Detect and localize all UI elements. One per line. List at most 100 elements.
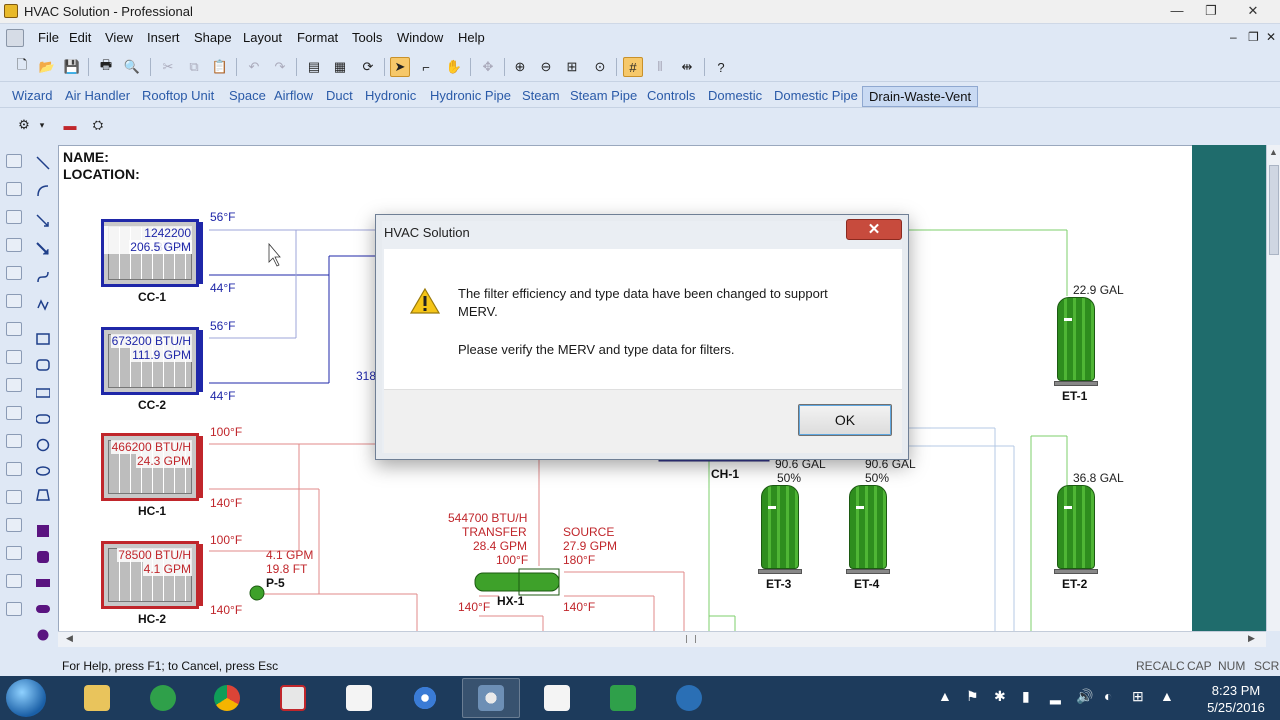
circle-tool-icon[interactable] bbox=[36, 438, 50, 452]
zoom-in-icon[interactable]: ⊕ bbox=[510, 57, 530, 77]
equipment-icon[interactable]: ⛭ bbox=[88, 115, 108, 135]
paste-icon[interactable]: 📋 bbox=[210, 57, 230, 77]
action-center-flag-icon[interactable]: ⚑ bbox=[966, 688, 979, 705]
expansion-tank-et-3[interactable] bbox=[758, 485, 802, 574]
zoom-page-icon[interactable]: ⊙ bbox=[590, 57, 610, 77]
print-preview-icon[interactable]: 🔍 bbox=[122, 57, 142, 77]
scroll-left-icon[interactable]: ◀ bbox=[66, 633, 73, 644]
distribute-icon[interactable]: ⇹ bbox=[677, 57, 697, 77]
heating-coil-hc-2[interactable]: 78500 BTU/H 4.1 GPM bbox=[101, 541, 203, 609]
heating-coil-hc-1[interactable]: 466200 BTU/H 24.3 GPM bbox=[101, 433, 203, 501]
open-folder-icon[interactable]: 📂 bbox=[37, 57, 57, 77]
rounded-box-tool-icon[interactable] bbox=[36, 412, 50, 426]
dialog-close-button[interactable]: ✕ bbox=[846, 219, 902, 240]
cut-icon[interactable]: ✂ bbox=[158, 57, 178, 77]
rectangle-tool-icon[interactable] bbox=[36, 332, 50, 346]
context-help-icon[interactable]: ? bbox=[711, 57, 731, 77]
tray-app-icon[interactable]: ◐ bbox=[1104, 688, 1112, 704]
tab-air-handler[interactable]: Air Handler bbox=[65, 88, 130, 103]
menu-view[interactable]: View bbox=[105, 30, 133, 45]
minimize-button[interactable]: — bbox=[1162, 0, 1192, 22]
palette-grip-icon[interactable] bbox=[6, 602, 22, 616]
vertical-scrollbar[interactable]: ▲ bbox=[1266, 145, 1280, 631]
tab-controls[interactable]: Controls bbox=[647, 88, 695, 103]
palette-grip-icon[interactable] bbox=[6, 350, 22, 364]
grid-snap-icon[interactable]: # bbox=[623, 57, 643, 77]
scroll-right-icon[interactable]: ▶ bbox=[1248, 633, 1255, 644]
recalc-icon[interactable]: ⟳ bbox=[358, 57, 378, 77]
undo-icon[interactable]: ↶ bbox=[244, 57, 264, 77]
wide-rectangle-tool-icon[interactable] bbox=[36, 386, 50, 400]
tab-wizard[interactable]: Wizard bbox=[12, 88, 52, 103]
arrow-line-icon[interactable] bbox=[36, 214, 50, 228]
freeform-tool-icon[interactable] bbox=[36, 298, 50, 312]
palette-grip-icon[interactable] bbox=[6, 238, 22, 252]
line-tool-icon[interactable] bbox=[36, 156, 50, 170]
palette-grip-icon[interactable] bbox=[6, 462, 22, 476]
calculator2-app-icon[interactable] bbox=[528, 678, 586, 718]
mdi-close-button[interactable]: ✕ bbox=[1266, 30, 1276, 44]
file-explorer-icon[interactable] bbox=[68, 678, 126, 718]
tab-hydronic-pipe[interactable]: Hydronic Pipe bbox=[430, 88, 511, 103]
hvac-app-icon[interactable] bbox=[264, 678, 322, 718]
palette-grip-icon[interactable] bbox=[6, 378, 22, 392]
tab-duct[interactable]: Duct bbox=[326, 88, 353, 103]
scroll-grip[interactable] bbox=[686, 635, 696, 643]
scroll-thumb[interactable] bbox=[1269, 165, 1279, 255]
network-settings-icon[interactable]: ✱ bbox=[994, 688, 1006, 705]
clock-date[interactable]: 5/25/2016 bbox=[1198, 700, 1274, 715]
expansion-tank-et-2[interactable] bbox=[1054, 485, 1098, 574]
palette-grip-icon[interactable] bbox=[6, 574, 22, 588]
tab-rooftop-unit[interactable]: Rooftop Unit bbox=[142, 88, 214, 103]
copy-icon[interactable]: ⧉ bbox=[184, 57, 204, 77]
palette-grip-icon[interactable] bbox=[6, 210, 22, 224]
palette-grip-icon[interactable] bbox=[6, 490, 22, 504]
expansion-tank-et-4[interactable] bbox=[846, 485, 890, 574]
menu-help[interactable]: Help bbox=[458, 30, 485, 45]
filled-wide-rectangle-icon[interactable] bbox=[36, 576, 50, 590]
spiral-app-icon[interactable] bbox=[134, 678, 192, 718]
hvac-solution-taskbar-icon[interactable] bbox=[462, 678, 520, 718]
cooling-coil-cc-1[interactable]: 1242200 BTU/H 206.5 GPM bbox=[101, 219, 203, 287]
rounded-rectangle-tool-icon[interactable] bbox=[36, 358, 50, 372]
fixture-icon[interactable]: ▬ bbox=[60, 115, 80, 135]
restore-button[interactable]: ❐ bbox=[1196, 0, 1226, 22]
polygon-tool-icon[interactable] bbox=[36, 488, 50, 502]
new-file-icon[interactable]: 🗋 bbox=[12, 57, 32, 77]
palette-grip-icon[interactable] bbox=[6, 546, 22, 560]
pan-hand-icon[interactable]: ✋ bbox=[444, 57, 464, 77]
print-icon[interactable]: 🖶 bbox=[96, 57, 116, 77]
properties-icon[interactable]: ▤ bbox=[304, 57, 324, 77]
menu-tools[interactable]: Tools bbox=[352, 30, 382, 45]
expansion-tank-et-1[interactable] bbox=[1054, 297, 1098, 386]
filled-rectangle-icon[interactable] bbox=[36, 524, 50, 538]
save-icon[interactable]: 💾 bbox=[62, 57, 82, 77]
redo-icon[interactable]: ↷ bbox=[270, 57, 290, 77]
arrow-app-icon[interactable] bbox=[660, 678, 718, 718]
menu-layout[interactable]: Layout bbox=[243, 30, 282, 45]
tab-steam-pipe[interactable]: Steam Pipe bbox=[570, 88, 637, 103]
menu-insert[interactable]: Insert bbox=[147, 30, 180, 45]
menu-file[interactable]: File bbox=[38, 30, 59, 45]
menu-shape[interactable]: Shape bbox=[194, 30, 232, 45]
horizontal-scrollbar[interactable]: ◀ ▶ bbox=[58, 631, 1266, 647]
palette-grip-icon[interactable] bbox=[6, 266, 22, 280]
document-icon[interactable] bbox=[6, 29, 24, 47]
ok-button[interactable]: OK bbox=[798, 404, 892, 436]
arrow-line-icon[interactable] bbox=[36, 242, 50, 256]
scroll-up-icon[interactable]: ▲ bbox=[1269, 147, 1278, 157]
tab-hydronic[interactable]: Hydronic bbox=[365, 88, 416, 103]
ellipse-tool-icon[interactable] bbox=[36, 464, 50, 478]
palette-grip-icon[interactable] bbox=[6, 182, 22, 196]
drive-icon[interactable]: ▲ bbox=[1160, 688, 1174, 704]
connector-tool-icon[interactable]: ⌐ bbox=[416, 57, 436, 77]
tab-domestic[interactable]: Domestic bbox=[708, 88, 762, 103]
menu-window[interactable]: Window bbox=[397, 30, 443, 45]
chevron-down-icon[interactable]: ▾ bbox=[36, 115, 48, 135]
volume-icon[interactable]: 🔊 bbox=[1076, 688, 1093, 705]
mdi-minimize-button[interactable]: – bbox=[1230, 30, 1237, 44]
arc-tool-icon[interactable] bbox=[36, 184, 50, 198]
calculator-icon[interactable]: ▦ bbox=[330, 57, 350, 77]
filled-rounded-box-icon[interactable] bbox=[36, 602, 50, 616]
clock-time[interactable]: 8:23 PM bbox=[1206, 683, 1266, 698]
